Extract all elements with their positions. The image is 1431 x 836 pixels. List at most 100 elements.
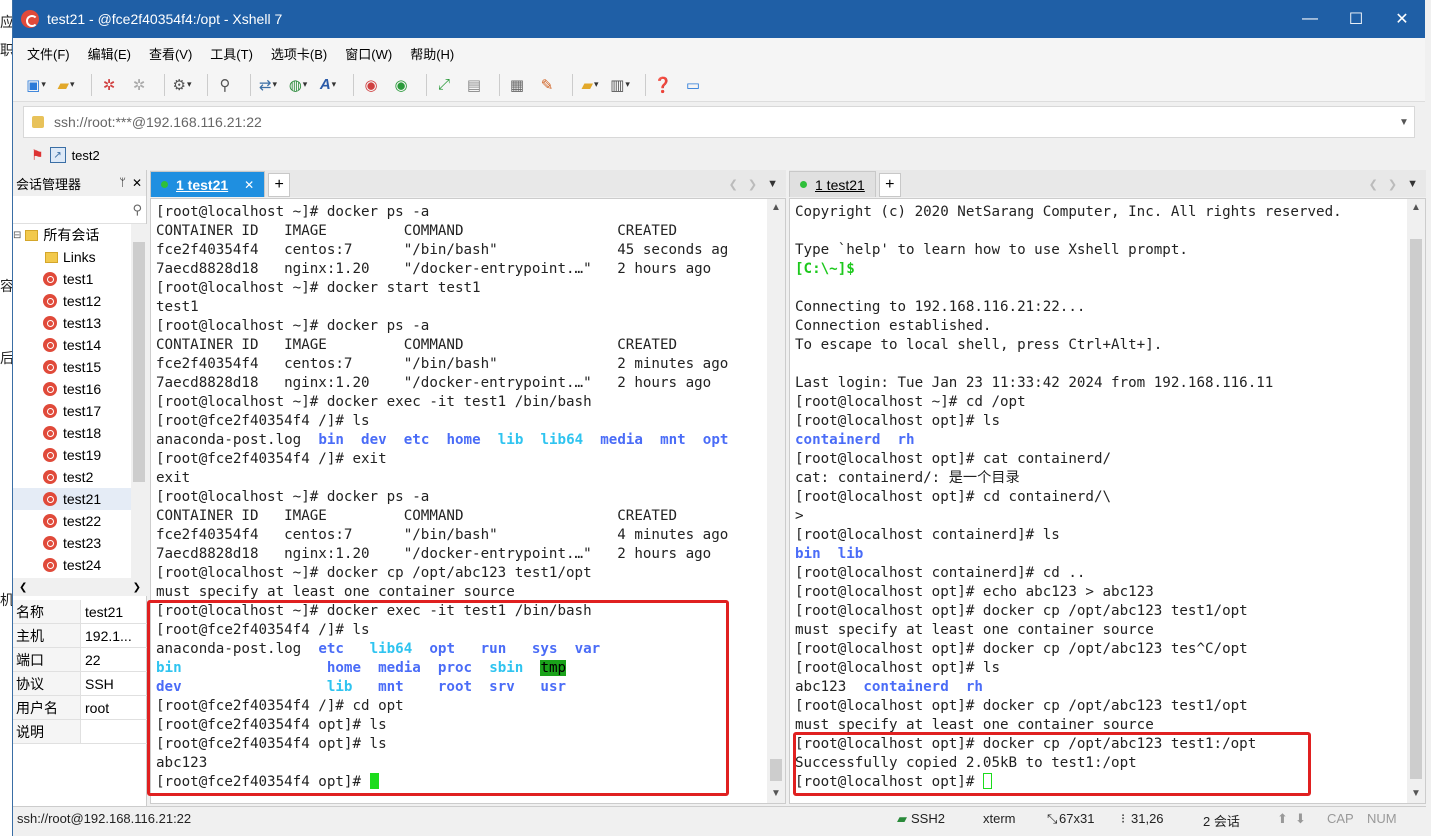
chevron-down-icon[interactable]: ▼ [767, 178, 778, 190]
close-icon[interactable]: ✕ [132, 176, 142, 190]
toolbar-separator [250, 73, 251, 96]
tree-item-links[interactable]: Links [13, 246, 131, 268]
highlight-box-left [147, 600, 729, 796]
scroll-down-icon[interactable]: ▼ [767, 785, 785, 803]
open-folder-icon[interactable]: ▰ [55, 74, 77, 96]
title-bar[interactable]: test21 - @fce2f40354f4:/opt - Xshell 7 —… [13, 0, 1425, 38]
toolbar-separator [499, 73, 500, 96]
add-tab-button[interactable]: + [268, 173, 291, 197]
highlight-icon[interactable]: ✎ [536, 74, 558, 96]
tree-item-session[interactable]: test1 [13, 268, 131, 290]
tree-item-session[interactable]: test2 [13, 466, 131, 488]
close-button[interactable]: ✕ [1379, 0, 1425, 38]
session-manager: 会话管理器 ᛘ ✕ ⚲ ⊟ 所有会话 Links test1 test12 te… [13, 170, 147, 806]
add-tab-button[interactable]: + [878, 173, 901, 197]
terminal-scrollbar[interactable]: ▲ ▼ [767, 199, 785, 803]
disconnect-icon[interactable]: ✲ [128, 74, 150, 96]
properties-icon[interactable]: ⚙ [171, 74, 193, 96]
help-icon[interactable]: ❓ [652, 74, 674, 96]
menu-view[interactable]: 查看(V) [149, 44, 192, 63]
fullscreen-icon[interactable]: ⤢ [433, 74, 455, 96]
scrollbar-thumb[interactable] [133, 242, 145, 482]
session-search[interactable]: ⚲ [13, 196, 146, 224]
keyboard-icon[interactable]: ▦ [506, 74, 528, 96]
maximize-button[interactable]: ☐ [1333, 0, 1379, 38]
chevron-left-icon[interactable]: ❮ [19, 582, 27, 593]
connected-status-icon [161, 181, 168, 188]
arrow-down-icon[interactable]: ⬇ [1295, 811, 1306, 827]
new-session-icon[interactable]: ▣ [25, 74, 47, 96]
search-icon[interactable]: ⚲ [214, 74, 236, 96]
chevron-left-icon[interactable]: ❮ [1369, 178, 1378, 191]
menu-tools[interactable]: 工具(T) [210, 44, 253, 63]
connect-icon[interactable]: ✲ [98, 74, 120, 96]
link-test2[interactable]: test2 [72, 148, 100, 163]
session-tree: ⊟ 所有会话 Links test1 test12 test13 test14 … [13, 224, 131, 578]
terminal-right[interactable]: Copyright (c) 2020 NetSarang Computer, I… [789, 198, 1426, 804]
tree-horizontal-scrollbar[interactable]: ❮ ❯ [13, 578, 147, 596]
tree-item-session[interactable]: test23 [13, 532, 131, 554]
close-tab-icon[interactable]: ✕ [244, 178, 254, 192]
terminal-output[interactable]: Copyright (c) 2020 NetSarang Computer, I… [795, 203, 1342, 792]
session-icon [43, 448, 57, 462]
tab-test21-left[interactable]: 1 test21 ✕ [150, 171, 266, 197]
tree-item-session[interactable]: test17 [13, 400, 131, 422]
scrollbar-thumb[interactable] [770, 759, 782, 781]
add-folder-icon[interactable]: ▰ [579, 74, 601, 96]
status-bar: ssh://root@192.168.116.21:22 ▰ SSH2 xter… [13, 806, 1426, 830]
layout-icon[interactable]: ▥ [609, 74, 631, 96]
xftp-icon[interactable]: ◉ [390, 74, 412, 96]
chevron-right-icon[interactable]: ❯ [1388, 178, 1397, 191]
scroll-down-icon[interactable]: ▼ [1407, 785, 1425, 803]
menu-help[interactable]: 帮助(H) [410, 44, 454, 63]
transfer-icon[interactable]: ⇄ [257, 74, 279, 96]
chevron-right-icon[interactable]: ❯ [133, 582, 141, 593]
xshell-icon[interactable]: ◉ [360, 74, 382, 96]
menu-edit[interactable]: 编辑(E) [88, 44, 131, 63]
terminal-scrollbar[interactable]: ▲ ▼ [1407, 199, 1425, 803]
toolbar-separator [91, 73, 92, 96]
address-bar[interactable]: ssh://root:***@192.168.116.21:22 ▼ [23, 106, 1415, 138]
tree-item-session[interactable]: test16 [13, 378, 131, 400]
lock-icon[interactable]: ▤ [463, 74, 485, 96]
status-protocol: SSH2 [911, 811, 945, 826]
chevron-down-icon[interactable]: ▼ [1407, 178, 1418, 190]
tree-item-session[interactable]: test19 [13, 444, 131, 466]
tree-item-session[interactable]: test13 [13, 312, 131, 334]
tree-item-session[interactable]: test14 [13, 334, 131, 356]
tree-item-session[interactable]: test24 [13, 554, 131, 576]
shortcut-icon: ↗ [49, 147, 66, 163]
font-icon[interactable]: A [317, 74, 339, 96]
menu-file[interactable]: 文件(F) [27, 44, 70, 63]
chat-icon[interactable]: ▭ [682, 74, 704, 96]
menu-tabs[interactable]: 选项卡(B) [271, 44, 327, 63]
shield-icon: ▰ [897, 811, 907, 826]
flag-icon[interactable]: ⚑ [31, 147, 44, 164]
minimize-button[interactable]: — [1287, 0, 1333, 38]
tree-scrollbar[interactable] [131, 224, 147, 578]
tab-navigation: ❮ ❯ ▼ [719, 171, 786, 197]
toolbar: ▣ ▰ ✲ ✲ ⚙ ⚲ ⇄ ◍ A ◉ ◉ ⤢ ▤ ▦ ✎ ▰ ▥ ❓ ▭ [13, 68, 1425, 102]
chevron-left-icon[interactable]: ❮ [729, 178, 738, 191]
scrollbar-thumb[interactable] [1410, 239, 1422, 779]
tree-item-session[interactable]: test12 [13, 290, 131, 312]
menu-window[interactable]: 窗口(W) [345, 44, 392, 63]
tree-item-session-selected[interactable]: test21 [13, 488, 131, 510]
globe-icon[interactable]: ◍ [287, 74, 309, 96]
tree-item-session[interactable]: test18 [13, 422, 131, 444]
toolbar-separator [164, 73, 165, 96]
search-icon[interactable]: ⚲ [132, 202, 142, 218]
menu-bar: 文件(F) 编辑(E) 查看(V) 工具(T) 选项卡(B) 窗口(W) 帮助(… [13, 38, 1425, 68]
tree-item-session[interactable]: test15 [13, 356, 131, 378]
chevron-down-icon[interactable]: ▼ [1394, 117, 1414, 128]
scroll-up-icon[interactable]: ▲ [767, 199, 785, 217]
tree-item-session[interactable]: test22 [13, 510, 131, 532]
scroll-up-icon[interactable]: ▲ [1407, 199, 1425, 217]
chevron-right-icon[interactable]: ❯ [748, 178, 757, 191]
pin-icon[interactable]: ᛘ [119, 177, 126, 189]
arrow-up-icon[interactable]: ⬆ [1277, 811, 1288, 827]
tree-root[interactable]: ⊟ 所有会话 [13, 224, 131, 246]
xshell-app-icon[interactable] [21, 10, 39, 28]
tab-test21-right[interactable]: 1 test21 [789, 171, 876, 197]
address-value[interactable]: ssh://root:***@192.168.116.21:22 [54, 114, 1394, 130]
